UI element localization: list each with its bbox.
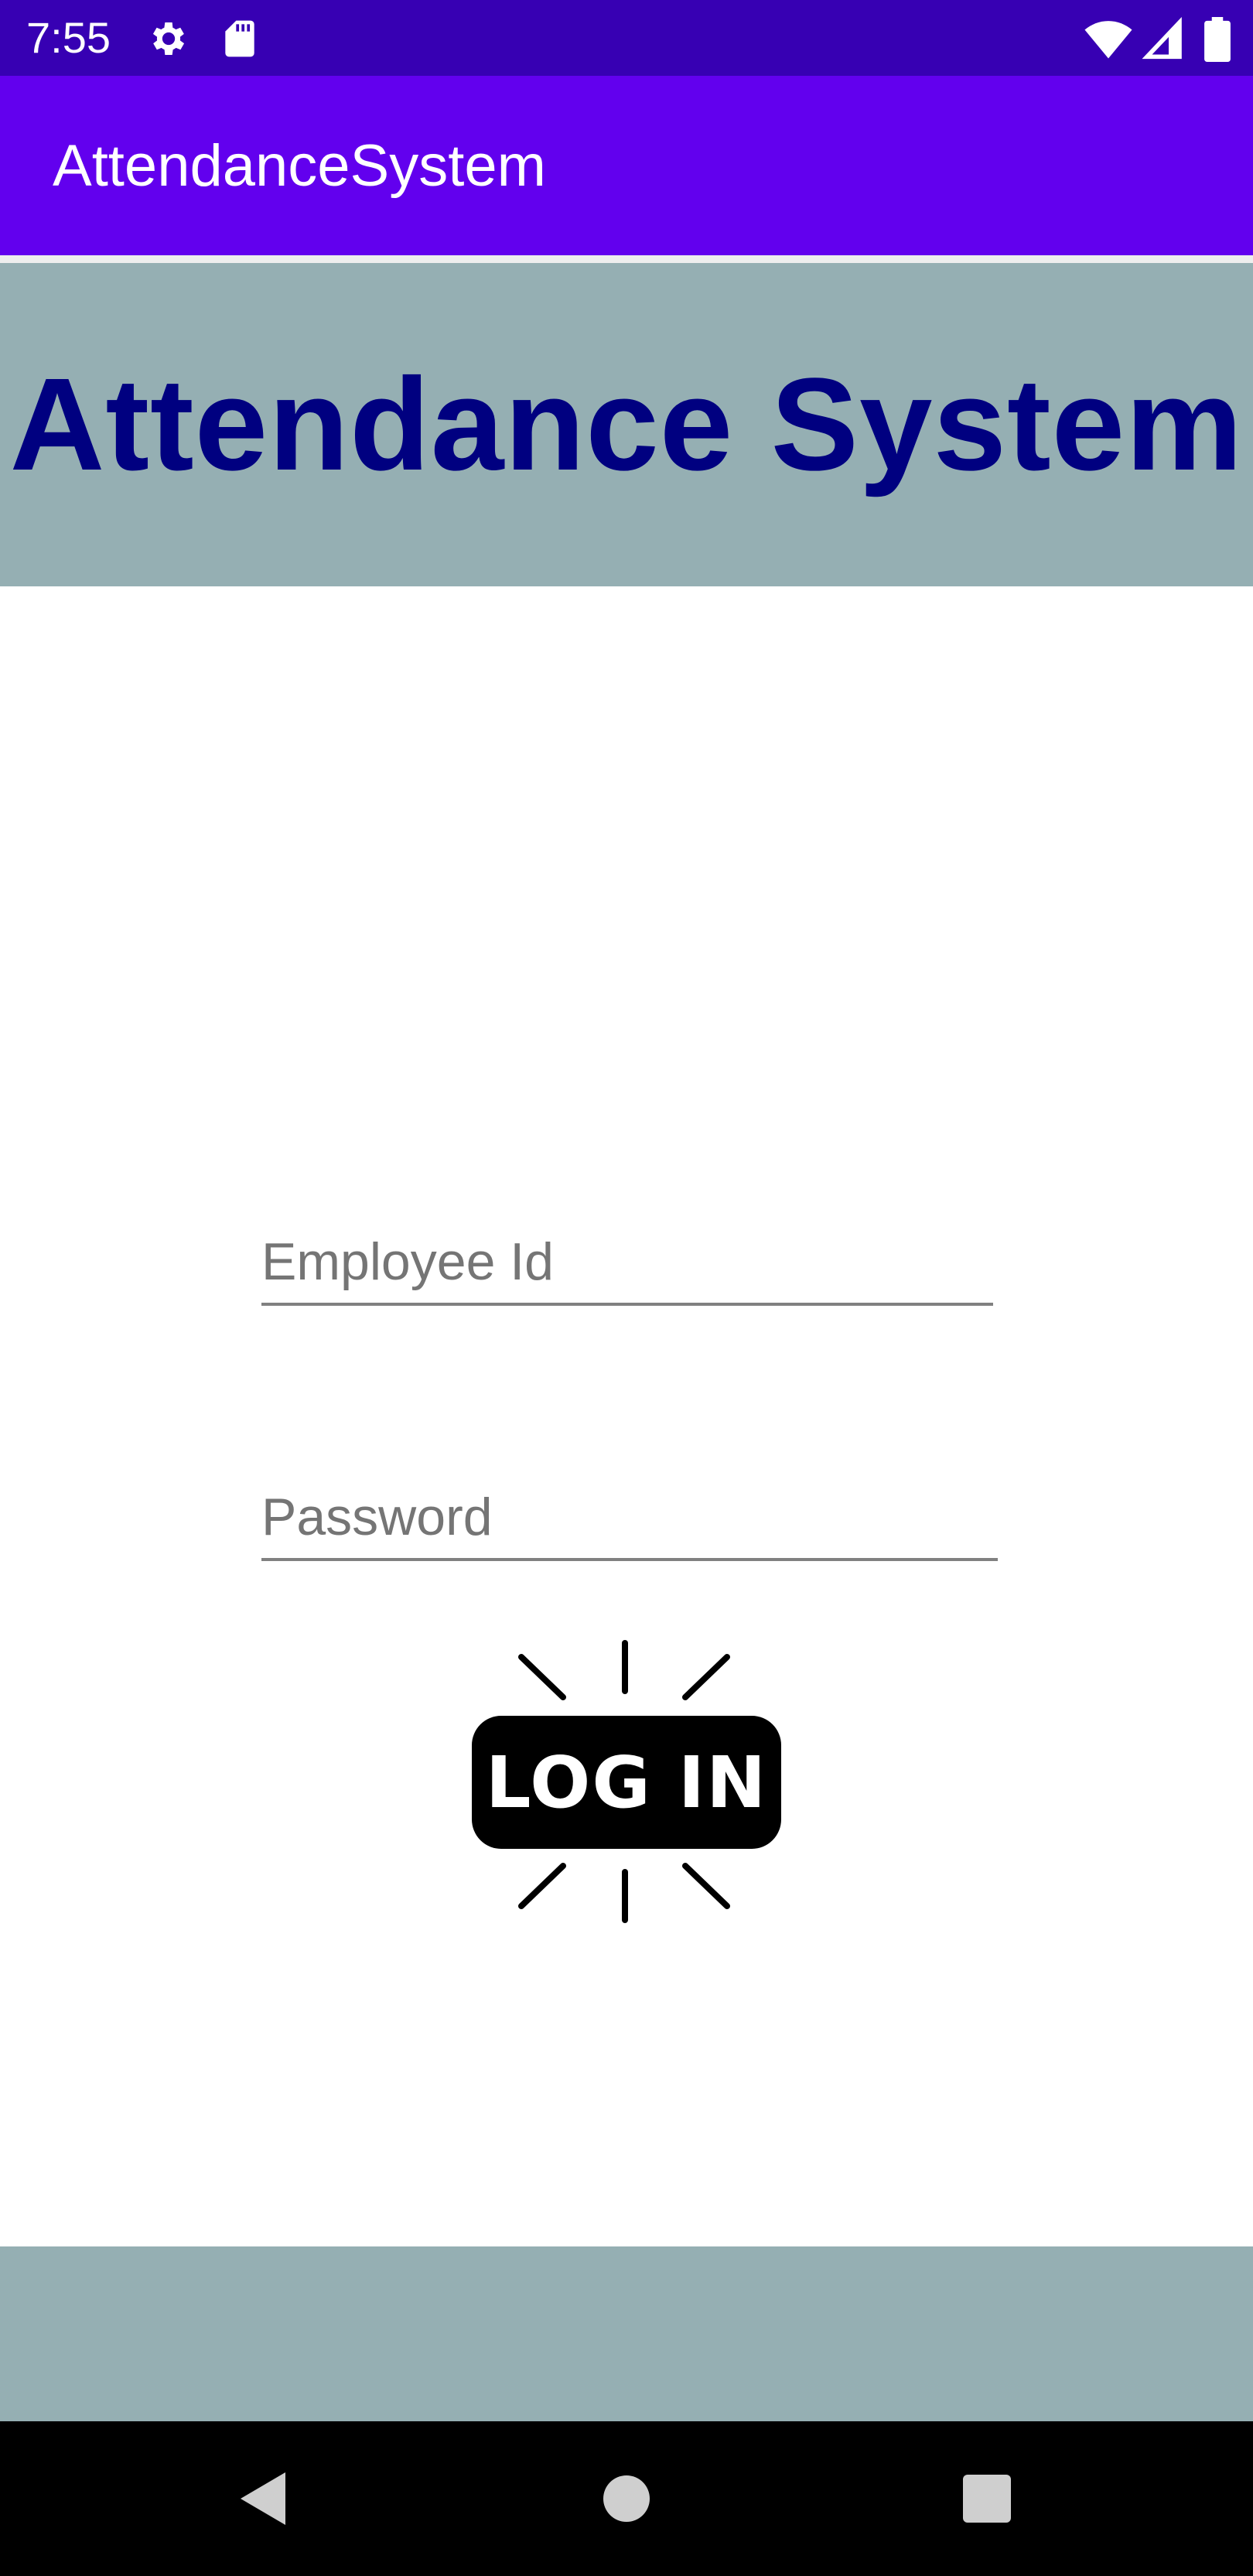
screen: 7:55 AttendanceSystem Attendance System …: [0, 0, 1253, 2576]
app-bar: AttendanceSystem: [0, 76, 1253, 255]
status-bar: 7:55: [0, 0, 1253, 76]
sd-card-icon: [218, 17, 261, 60]
header-banner: Attendance System: [0, 263, 1253, 586]
employee-id-field[interactable]: [261, 1221, 993, 1306]
signal-icon: [1142, 16, 1185, 60]
gear-icon: [147, 17, 190, 60]
home-button[interactable]: [549, 2421, 704, 2576]
home-icon: [603, 2475, 650, 2522]
login-label: LOG IN: [485, 1741, 768, 1824]
recents-icon: [963, 2475, 1011, 2523]
back-icon: [241, 2472, 285, 2525]
employee-id-input[interactable]: [261, 1221, 993, 1303]
battery-icon: [1202, 17, 1233, 62]
footer-band: [0, 2246, 1253, 2421]
navigation-bar: [0, 2421, 1253, 2576]
recents-button[interactable]: [910, 2421, 1064, 2576]
app-bar-title: AttendanceSystem: [53, 133, 546, 199]
status-time: 7:55: [26, 13, 111, 62]
password-input[interactable]: [261, 1476, 998, 1558]
back-button[interactable]: [186, 2421, 340, 2576]
page-title: Attendance System: [9, 351, 1244, 498]
login-pill[interactable]: LOG IN: [472, 1716, 781, 1849]
app-bar-divider: [0, 255, 1253, 263]
login-button[interactable]: LOG IN: [472, 1638, 781, 1926]
password-field[interactable]: [261, 1476, 998, 1561]
wifi-icon: [1084, 17, 1132, 60]
